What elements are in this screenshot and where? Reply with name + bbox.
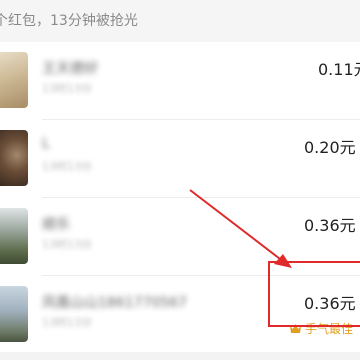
annotation-arrow — [189, 189, 292, 268]
